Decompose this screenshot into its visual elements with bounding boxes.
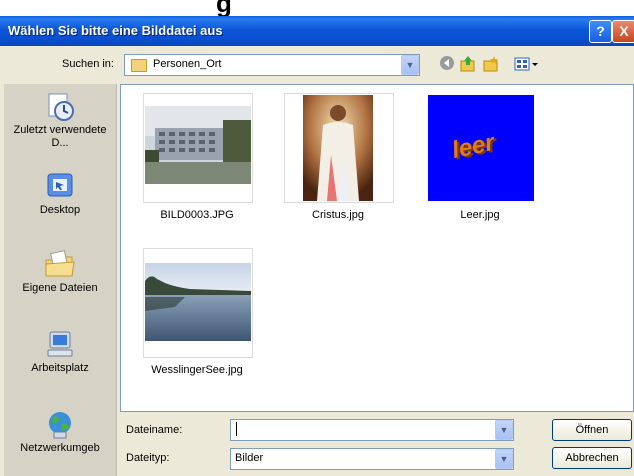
recent-documents-icon [44,92,76,122]
file-name-leer[interactable]: Leer.jpg [415,209,545,221]
cancel-button[interactable]: Abbrechen [552,447,632,469]
file-name-wesslingersee[interactable]: WesslingerSee.jpg [132,364,262,376]
file-item-cristus[interactable] [284,93,394,203]
place-label-desktop: Desktop [39,204,81,216]
close-button[interactable]: X [612,20,634,43]
folder-icon [131,59,147,72]
filetype-select[interactable]: Bilder ▼ [230,448,514,470]
open-button[interactable]: Öffnen [552,419,632,441]
filetype-dropdown-button[interactable]: ▼ [495,449,513,469]
background-page-strip: g [0,0,634,16]
leer-thumbnail-text: leer [449,128,497,165]
new-folder-icon[interactable] [482,55,500,73]
wesslingersee-thumbnail [145,263,251,341]
leer-thumbnail: leer [428,95,534,201]
text-cursor [236,422,237,436]
filename-label: Dateiname: [126,424,183,436]
back-icon[interactable] [438,55,456,73]
file-name-bild0003[interactable]: BILD0003.JPG [132,209,262,221]
place-label-network: Netzwerkumgeb [20,442,100,454]
desktop-icon [44,172,76,202]
cristus-thumbnail [303,95,373,201]
file-open-dialog: Wählen Sie bitte eine Bilddatei aus ? X … [0,16,634,476]
place-desktop[interactable]: Desktop [4,172,116,217]
dialog-title: Wählen Sie bitte eine Bilddatei aus [8,23,223,38]
title-bar[interactable]: Wählen Sie bitte eine Bilddatei aus ? X [0,16,634,46]
places-bar: Zuletzt verwendete D... Desktop Eigene D… [4,84,117,476]
place-my-computer[interactable]: Arbeitsplatz [4,330,116,375]
lookin-label: Suchen in: [62,58,114,70]
view-menu-icon[interactable] [514,55,540,73]
my-documents-icon [44,250,76,280]
background-page-text: g [216,0,232,16]
place-recent[interactable]: Zuletzt verwendete D... [4,92,116,150]
lookin-value: Personen_Ort [153,58,222,70]
filename-input[interactable]: ▼ [230,419,514,441]
place-network[interactable]: Netzwerkumgeb [4,410,116,455]
help-button[interactable]: ? [589,20,612,43]
file-item-leer[interactable]: leer [426,93,536,203]
file-item-wesslingersee[interactable] [143,248,253,358]
file-list[interactable]: BILD0003.JPG Cristus.jpg leer Leer.jpg W… [120,84,634,412]
place-label-recent: Zuletzt verwendete D... [13,124,107,149]
bild0003-thumbnail [145,106,251,184]
lookin-dropdown-button[interactable]: ▼ [401,55,419,75]
filetype-label: Dateityp: [126,452,170,464]
my-computer-icon [44,330,76,360]
lookin-combobox[interactable]: Personen_Ort ▼ [124,54,420,76]
filename-dropdown-button[interactable]: ▼ [495,420,513,440]
place-label-my-computer: Arbeitsplatz [31,362,89,374]
file-item-bild0003[interactable] [143,93,253,203]
place-my-documents[interactable]: Eigene Dateien [4,250,116,295]
network-places-icon [44,410,76,440]
place-label-my-documents: Eigene Dateien [22,282,98,294]
up-folder-icon[interactable] [459,55,477,73]
file-name-cristus[interactable]: Cristus.jpg [273,209,403,221]
filetype-value: Bilder [235,452,264,464]
